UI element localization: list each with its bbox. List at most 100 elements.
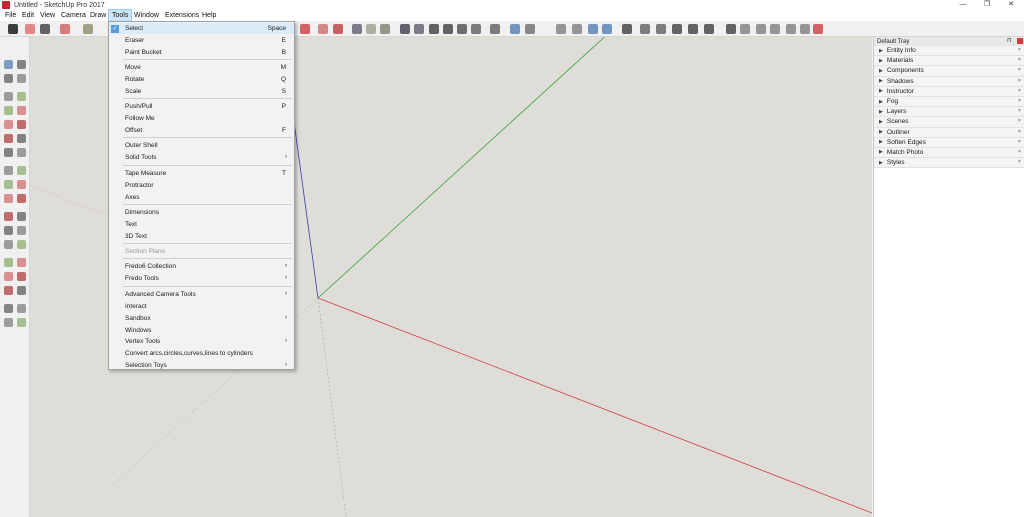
menu-item-windows[interactable]: Windows [109, 325, 294, 336]
position-camera-icon[interactable] [756, 24, 766, 34]
panel-close-icon[interactable]: × [1018, 78, 1023, 84]
rotate-icon[interactable] [4, 180, 13, 189]
tray-panel-components[interactable]: ▶ Components × [874, 66, 1024, 77]
section-plane-icon[interactable] [17, 318, 26, 327]
rotated-rectangle-icon[interactable] [17, 106, 26, 115]
tray-panel-shadows[interactable]: ▶ Shadows × [874, 76, 1024, 87]
offset-icon[interactable] [17, 194, 26, 203]
look-icon[interactable] [770, 24, 780, 34]
tray-panel-materials[interactable]: ▶ Materials × [874, 56, 1024, 67]
zoom-icon[interactable] [4, 272, 13, 281]
pan-icon[interactable] [17, 258, 26, 267]
position-camera-icon[interactable] [4, 304, 13, 313]
orbit-icon[interactable] [4, 258, 13, 267]
axes-icon[interactable] [4, 240, 13, 249]
bucket-icon[interactable] [300, 24, 310, 34]
text-icon[interactable] [17, 226, 26, 235]
panel-close-icon[interactable]: × [1018, 139, 1023, 145]
rectangle-icon[interactable] [4, 106, 13, 115]
menu-item-protractor[interactable]: Protractor [109, 180, 294, 191]
cube-icon[interactable] [510, 24, 520, 34]
pie-icon[interactable] [17, 134, 26, 143]
camera-icon[interactable] [640, 24, 650, 34]
zoom-icon[interactable] [786, 24, 796, 34]
panel-close-icon[interactable]: × [1018, 88, 1023, 94]
circle-icon[interactable] [4, 120, 13, 129]
close-window-button[interactable]: ✕ [1002, 0, 1020, 10]
pencil-icon[interactable] [40, 24, 50, 34]
menu-item-offset[interactable]: Offset F [109, 125, 294, 136]
maximize-button[interactable]: ❐ [978, 0, 996, 10]
arc3-icon[interactable] [4, 148, 13, 157]
panel-close-icon[interactable]: × [1018, 58, 1023, 63]
tray-panel-styles[interactable]: ▶ Styles × [874, 158, 1024, 169]
menu-item-paint-bucket[interactable]: Paint Bucket B [109, 47, 294, 58]
menu-item-select[interactable]: ✓ Select Space [109, 23, 294, 34]
menu-item-tape-measure[interactable]: Tape Measure T [109, 168, 294, 179]
freehand-icon[interactable] [17, 92, 26, 101]
menu-item-fredo-tools[interactable]: Fredo Tools › [109, 273, 294, 284]
follow-me-icon[interactable] [17, 180, 26, 189]
ruby-icon[interactable] [333, 24, 343, 34]
tray-panel-entity-info[interactable]: ▶ Entity Info × [874, 46, 1024, 57]
style-icon[interactable] [366, 24, 376, 34]
minimize-button[interactable]: — [954, 0, 972, 10]
tape-measure-icon[interactable] [4, 212, 13, 221]
menu-file[interactable]: File [2, 10, 19, 21]
tray-panel-fog[interactable]: ▶ Fog × [874, 96, 1024, 108]
pin-icon[interactable]: ⊓ [1007, 38, 1013, 44]
menu-item-follow-me[interactable]: Follow Me [109, 113, 294, 124]
menu-item-dimensions[interactable]: Dimensions [109, 207, 294, 218]
camera-icon[interactable] [704, 24, 714, 34]
menu-item-fredo6-collection[interactable]: Fredo6 Collection › [109, 261, 294, 272]
house-icon[interactable] [429, 24, 439, 34]
move-icon[interactable] [4, 166, 13, 175]
menu-item-axes[interactable]: Axes [109, 192, 294, 203]
tray-close-button[interactable] [1017, 38, 1023, 44]
flame-icon[interactable] [318, 24, 328, 34]
menu-item-sandbox[interactable]: Sandbox › [109, 313, 294, 324]
panel-close-icon[interactable]: × [1018, 129, 1023, 135]
panel-close-icon[interactable]: × [1018, 98, 1023, 104]
polygon-icon[interactable] [17, 120, 26, 129]
menu-item-3d-text[interactable]: 3D Text [109, 231, 294, 242]
previous-view-icon[interactable] [17, 286, 26, 295]
menu-view[interactable]: View [37, 10, 58, 21]
menu-extensions[interactable]: Extensions [162, 10, 202, 21]
house-icon[interactable] [471, 24, 481, 34]
menu-item-outer-shell[interactable]: Outer Shell [109, 140, 294, 151]
layers-icon[interactable] [380, 24, 390, 34]
dimension-icon[interactable] [17, 212, 26, 221]
cube-icon[interactable] [602, 24, 612, 34]
panel-close-icon[interactable]: × [1018, 68, 1023, 73]
component-icon[interactable] [352, 24, 362, 34]
protractor-icon[interactable] [4, 226, 13, 235]
eraser-icon[interactable] [17, 74, 26, 83]
menu-item-vertex-tools[interactable]: Vertex Tools › [109, 336, 294, 347]
panel-close-icon[interactable]: × [1018, 119, 1023, 124]
panel-close-icon[interactable]: × [1018, 48, 1023, 53]
two-point-arc-icon[interactable] [17, 148, 26, 157]
menu-item-push-pull[interactable]: Push/Pull P [109, 101, 294, 112]
camera-icon[interactable] [656, 24, 666, 34]
component-icon[interactable] [17, 60, 26, 69]
menu-help[interactable]: Help [199, 10, 219, 21]
camera-icon[interactable] [688, 24, 698, 34]
tray-panel-scenes[interactable]: ▶ Scenes × [874, 117, 1024, 128]
arc-icon[interactable] [4, 134, 13, 143]
panel-close-icon[interactable]: × [1018, 160, 1023, 165]
tray-panel-layers[interactable]: ▶ Layers × [874, 107, 1024, 118]
paint-bucket-icon[interactable] [4, 74, 13, 83]
menu-item-solid-tools[interactable]: Solid Tools › [109, 152, 294, 163]
section-icon[interactable] [800, 24, 810, 34]
select-icon[interactable] [4, 60, 13, 69]
cube-icon[interactable] [556, 24, 566, 34]
walk-icon[interactable] [726, 24, 736, 34]
select-icon[interactable] [8, 24, 18, 34]
zoom-extents-icon[interactable] [4, 286, 13, 295]
cube-icon[interactable] [525, 24, 535, 34]
house-icon[interactable] [457, 24, 467, 34]
menu-window[interactable]: Window [131, 10, 162, 21]
tray-panel-soften-edges[interactable]: ▶ Soften Edges × [874, 137, 1024, 148]
tray-panel-match-photo[interactable]: ▶ Match Photo × [874, 147, 1024, 159]
